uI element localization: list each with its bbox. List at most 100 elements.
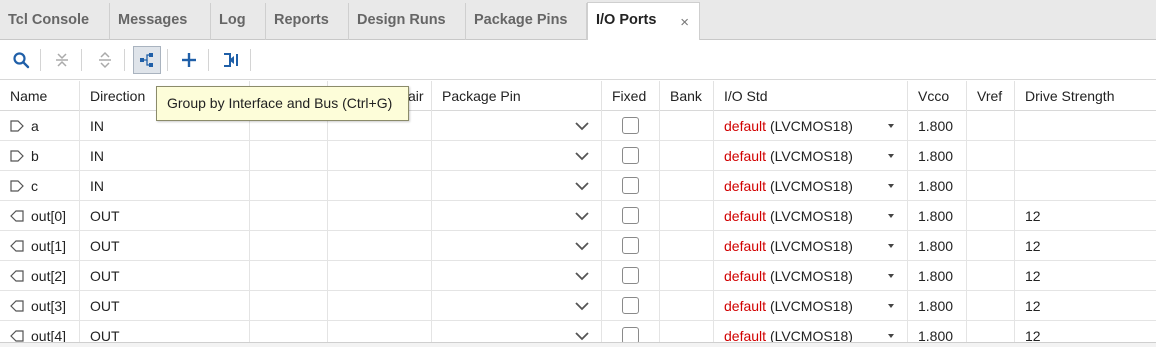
dropdown-caret-icon[interactable] [888,154,894,158]
io-std-cell[interactable]: default (LVCMOS18) [714,111,908,141]
chevron-down-icon[interactable] [574,329,590,342]
io-std-value: (LVCMOS18) [769,148,853,164]
column-header-io-std[interactable]: I/O Std [714,81,908,111]
table-row[interactable]: b IN default (LVCMOS18) 1.800 [0,141,1156,171]
port-name: c [31,178,38,194]
diff-pair-cell [328,231,432,261]
table-row[interactable]: c IN default (LVCMOS18) 1.800 [0,171,1156,201]
column-header-name[interactable]: Name [0,81,80,111]
tab-label: Log [219,12,246,28]
vref-cell [967,321,1015,342]
collapse-all-button[interactable] [48,46,76,74]
column-header-drive-strength[interactable]: Drive Strength [1015,81,1156,111]
chevron-down-icon[interactable] [574,179,590,193]
direction-cell: OUT [80,321,250,342]
neg-diff-pair-cell [250,291,328,321]
chevron-down-icon[interactable] [574,299,590,313]
fixed-checkbox[interactable] [622,207,639,224]
io-std-cell[interactable]: default (LVCMOS18) [714,171,908,201]
fixed-checkbox[interactable] [622,267,639,284]
vcco-cell: 1.800 [908,171,967,201]
drive-strength-cell[interactable]: 12 [1015,321,1156,342]
io-std-cell[interactable]: default (LVCMOS18) [714,201,908,231]
direction-cell: OUT [80,231,250,261]
vcco-cell: 1.800 [908,201,967,231]
fixed-checkbox[interactable] [622,147,639,164]
io-std-cell[interactable]: default (LVCMOS18) [714,291,908,321]
drive-strength-cell[interactable] [1015,171,1156,201]
neg-diff-pair-cell [250,231,328,261]
tab-log[interactable]: Log [211,3,266,40]
dropdown-caret-icon[interactable] [888,274,894,278]
bank-cell [660,171,714,201]
chevron-down-icon[interactable] [574,209,590,223]
port-name: out[4] [31,328,67,342]
add-button[interactable] [175,46,203,74]
diff-pair-cell [328,321,432,342]
fixed-checkbox[interactable] [622,237,639,254]
table-row[interactable]: out[2] OUT default (LVCMOS18) 1.800 12 [0,261,1156,291]
expand-all-button[interactable] [91,46,119,74]
neg-diff-pair-cell [250,321,328,342]
io-std-cell[interactable]: default (LVCMOS18) [714,261,908,291]
io-std-cell[interactable]: default (LVCMOS18) [714,321,908,342]
tab-io-ports[interactable]: I/O Ports × [587,2,700,40]
column-header-bank[interactable]: Bank [660,81,714,111]
chevron-down-icon[interactable] [574,239,590,253]
close-icon[interactable]: × [680,14,689,31]
search-icon [13,52,30,69]
port-name: out[1] [31,238,67,254]
direction-cell: OUT [80,261,250,291]
io-std-cell[interactable]: default (LVCMOS18) [714,231,908,261]
drive-strength-cell[interactable] [1015,111,1156,141]
vcco-cell: 1.800 [908,321,967,342]
table-row[interactable]: out[1] OUT default (LVCMOS18) 1.800 12 [0,231,1156,261]
name-cell: c [0,171,80,201]
chevron-down-icon[interactable] [574,149,590,163]
column-header-fixed[interactable]: Fixed [602,81,660,111]
chevron-down-icon[interactable] [574,119,590,133]
tab-package-pins[interactable]: Package Pins [466,3,587,40]
chevron-down-icon[interactable] [574,269,590,283]
dropdown-caret-icon[interactable] [888,214,894,218]
input-port-icon [10,180,24,192]
io-std-value: (LVCMOS18) [769,118,853,134]
horizontal-scrollbar[interactable] [0,342,1156,347]
drive-strength-cell[interactable]: 12 [1015,291,1156,321]
direction-cell: OUT [80,201,250,231]
dropdown-caret-icon[interactable] [888,334,894,338]
dropdown-caret-icon[interactable] [888,184,894,188]
drive-strength-cell[interactable] [1015,141,1156,171]
dropdown-caret-icon[interactable] [888,244,894,248]
fixed-checkbox[interactable] [622,297,639,314]
table-row[interactable]: out[0] OUT default (LVCMOS18) 1.800 12 [0,201,1156,231]
auto-assign-button[interactable] [217,46,245,74]
table-row[interactable]: out[3] OUT default (LVCMOS18) 1.800 12 [0,291,1156,321]
diff-pair-cell [328,201,432,231]
table-row[interactable]: out[4] OUT default (LVCMOS18) 1.800 12 [0,321,1156,342]
column-header-vref[interactable]: Vref [967,81,1015,111]
dropdown-caret-icon[interactable] [888,124,894,128]
vref-cell [967,261,1015,291]
fixed-checkbox[interactable] [622,177,639,194]
io-std-cell[interactable]: default (LVCMOS18) [714,141,908,171]
tab-design-runs[interactable]: Design Runs [349,3,466,40]
search-button[interactable] [7,46,35,74]
tab-tcl-console[interactable]: Tcl Console [0,3,110,40]
drive-strength-cell[interactable]: 12 [1015,261,1156,291]
port-name: a [31,118,39,134]
dropdown-caret-icon[interactable] [888,304,894,308]
fixed-checkbox[interactable] [622,327,639,342]
column-header-package-pin[interactable]: Package Pin [432,81,602,111]
io-ports-table: a IN default (LVCMOS18) 1.800 b IN default (LV… [0,111,1156,342]
bank-cell [660,291,714,321]
column-header-vcco[interactable]: Vcco [908,81,967,111]
drive-strength-cell[interactable]: 12 [1015,201,1156,231]
drive-strength-cell[interactable]: 12 [1015,231,1156,261]
tab-messages[interactable]: Messages [110,3,211,40]
tab-reports[interactable]: Reports [266,3,349,40]
fixed-checkbox[interactable] [622,117,639,134]
group-by-interface-button[interactable] [133,46,161,74]
io-std-default: default [724,178,767,194]
diff-pair-cell [328,171,432,201]
